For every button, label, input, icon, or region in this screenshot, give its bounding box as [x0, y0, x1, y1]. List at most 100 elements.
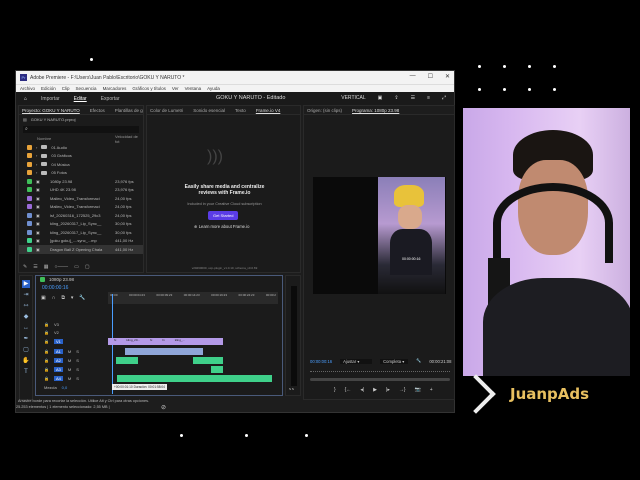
track-label[interactable]: V1	[53, 338, 63, 344]
solo-icon[interactable]: S	[76, 367, 79, 372]
settings-wrench-icon[interactable]: 🔧	[79, 295, 85, 301]
expand-icon[interactable]: ›	[36, 170, 37, 175]
project-item[interactable]: ▣ 1080p 23.98 23,976 fps	[19, 177, 143, 186]
menu-archivo[interactable]: Archivo	[20, 86, 35, 91]
lock-icon[interactable]: 🔒	[44, 322, 49, 327]
fullscreen-icon[interactable]: ⤢	[442, 95, 446, 101]
menu-graficos[interactable]: Gráficos y títulos	[132, 86, 166, 91]
label-color[interactable]	[27, 161, 32, 167]
cancel-icon[interactable]: ⊘	[161, 404, 166, 411]
maximize-button[interactable]: ☐	[428, 73, 433, 80]
get-started-button[interactable]: Get Started	[208, 211, 239, 220]
expand-icon[interactable]: ›	[36, 153, 37, 158]
menu-clip[interactable]: Clip	[62, 86, 70, 91]
sequence-tab[interactable]: 1080p 23.98	[49, 277, 74, 282]
tab-project[interactable]: Proyecto: GOKU Y NARUTO	[22, 108, 80, 113]
razor-icon[interactable]: ◆	[22, 313, 30, 321]
list-view-icon[interactable]: ☰	[33, 264, 37, 270]
label-color[interactable]	[27, 153, 32, 159]
expand-icon[interactable]: ›	[36, 145, 37, 150]
step-forward-icon[interactable]: |▸	[386, 387, 390, 393]
menu-ayuda[interactable]: Ayuda	[207, 86, 220, 91]
add-button-icon[interactable]: +	[430, 387, 433, 393]
label-color[interactable]	[27, 246, 32, 252]
linked-icon[interactable]: ⧉	[61, 295, 65, 301]
nest-icon[interactable]: ▣	[41, 295, 46, 301]
tab-text[interactable]: Texto	[235, 108, 246, 113]
audio-clip-a2[interactable]	[116, 357, 138, 364]
tab-lumetri[interactable]: Color de Lumetri	[150, 108, 183, 113]
program-ruler[interactable]	[310, 367, 450, 372]
project-item[interactable]: ▣ kling_20260317_Lip_Sync__ 30,00 fps	[19, 220, 143, 229]
export-frame-icon[interactable]: 📷	[415, 387, 421, 393]
project-item[interactable]: ▣ kling_20260317_Lip_Sync__ 30,00 fps	[19, 228, 143, 237]
timeline-timecode[interactable]: 00:00:00:16	[42, 285, 68, 291]
learn-more-link[interactable]: ⊕ Learn more about Frame.io	[194, 224, 249, 229]
nav-exportar[interactable]: Exportar	[101, 96, 120, 102]
project-item[interactable]: ▣ lsf_20260316_172525_29c3 24,00 fps	[19, 211, 143, 220]
mix-value[interactable]: 0,0	[62, 385, 68, 390]
tab-program[interactable]: Programa: 1080p 23.98	[352, 108, 399, 113]
mute-icon[interactable]: M	[68, 349, 71, 354]
search-input[interactable]: ⌕	[23, 125, 139, 133]
lock-icon[interactable]: 🔒	[44, 339, 49, 344]
project-item[interactable]: › 03 Gráficos	[19, 152, 143, 161]
selection-tool-icon[interactable]: ▶	[22, 280, 30, 288]
label-color[interactable]	[27, 144, 32, 150]
label-color[interactable]	[27, 170, 32, 176]
hand-icon[interactable]: ✋	[22, 357, 30, 365]
ripple-edit-icon[interactable]: ⇿	[22, 302, 30, 310]
solo-icon[interactable]: S	[76, 349, 79, 354]
project-item[interactable]: ▣ UHD 4K 23.98 23,976 fps	[19, 186, 143, 195]
program-timecode[interactable]: 00:00:00:16	[310, 359, 332, 364]
tab-effects[interactable]: Efectos	[90, 108, 105, 113]
wrench-icon[interactable]: 🔧	[416, 358, 421, 364]
type-icon[interactable]: T	[22, 368, 30, 376]
label-color[interactable]	[27, 238, 32, 244]
progress-icon[interactable]: ≡	[427, 95, 430, 101]
go-to-out-icon[interactable]: →}	[399, 387, 406, 393]
solo-icon[interactable]: S	[76, 358, 79, 363]
label-color[interactable]	[27, 195, 32, 201]
pencil-icon[interactable]: ✎	[23, 264, 27, 270]
menu-secuencia[interactable]: Secuencia	[76, 86, 97, 91]
close-button[interactable]: ✕	[445, 73, 450, 80]
project-item[interactable]: ▣ Dragon Ball Z Opening Chala 441,00 Hz	[19, 245, 143, 254]
nav-editar[interactable]: Editar	[74, 96, 87, 102]
track-select-icon[interactable]: ⇥	[22, 291, 30, 299]
label-color[interactable]	[27, 229, 32, 235]
label-color[interactable]	[27, 221, 32, 227]
new-bin-icon[interactable]: ▭	[74, 264, 79, 270]
zoom-slider[interactable]: ○───	[54, 264, 68, 270]
project-item[interactable]: ▣ [goku goku]_....sync_...mp 441,00 Hz	[19, 237, 143, 246]
track-label[interactable]: A4	[53, 375, 63, 381]
workspace-label[interactable]: VERTICAL	[341, 95, 365, 101]
new-item-icon[interactable]: ▢	[85, 264, 90, 270]
panel-icon[interactable]: ▣	[378, 95, 383, 101]
mute-icon[interactable]: M	[68, 358, 71, 363]
lock-icon[interactable]: 🔒	[44, 358, 49, 363]
quality-select[interactable]: Completa ▾	[380, 358, 409, 364]
mute-icon[interactable]: M	[68, 376, 71, 381]
minimize-button[interactable]: —	[410, 73, 416, 80]
expand-icon[interactable]: ›	[36, 162, 37, 167]
share-icon[interactable]: ⇪	[394, 95, 398, 101]
home-icon[interactable]: ⌂	[24, 96, 27, 102]
program-scrollbar[interactable]	[310, 378, 450, 381]
tab-templates[interactable]: Plantillas de g	[115, 108, 143, 113]
slip-icon[interactable]: ↔	[22, 324, 30, 332]
tab-sound[interactable]: Sonido esencial	[193, 108, 225, 113]
project-item[interactable]: ▣ Malleo_Video_Transformaci 24,00 fps	[19, 203, 143, 212]
marker-icon[interactable]: ▾	[71, 295, 74, 301]
solo-icon[interactable]: S	[76, 376, 79, 381]
lock-icon[interactable]: 🔒	[44, 367, 49, 372]
menu-marcadores[interactable]: Marcadores	[103, 86, 127, 91]
audio-clip-a3[interactable]	[211, 366, 223, 373]
audio-clip-a4[interactable]	[117, 375, 272, 382]
nav-importar[interactable]: Importar	[41, 96, 60, 102]
menu-icon[interactable]: ☰	[411, 95, 415, 101]
project-item[interactable]: › 01 Audio	[19, 143, 143, 152]
project-item[interactable]: › 05 Fotos	[19, 169, 143, 178]
tab-frameio[interactable]: Frame.io V4	[256, 108, 281, 113]
lock-icon[interactable]: 🔒	[44, 349, 49, 354]
